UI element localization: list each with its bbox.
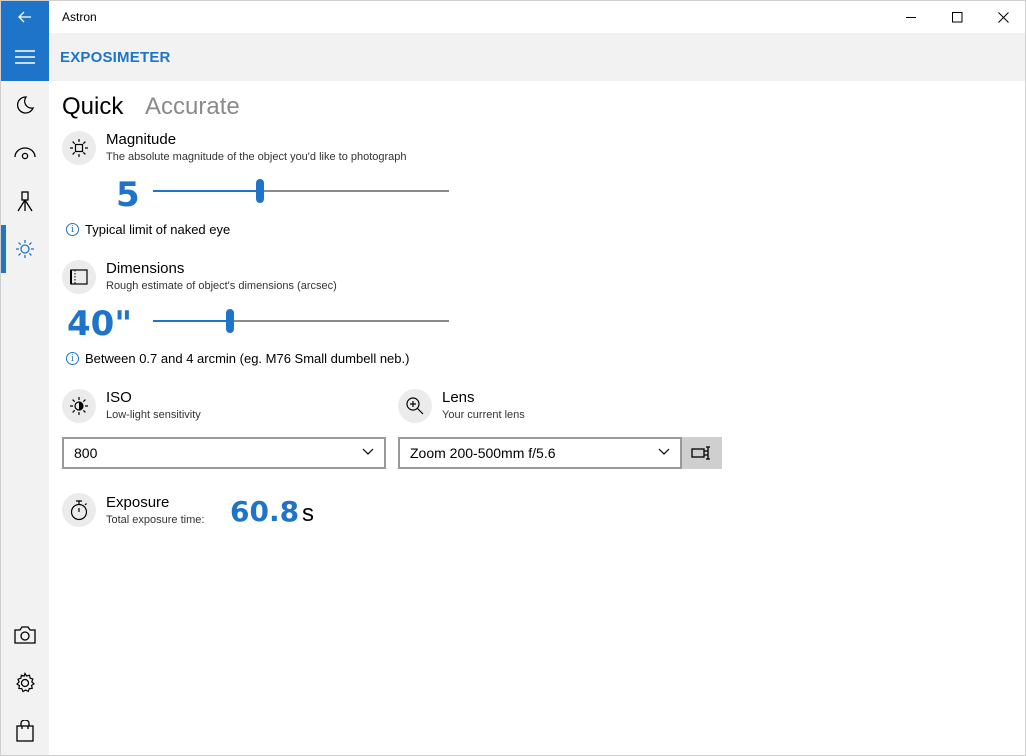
- dimensions-icon-badge: [62, 260, 96, 294]
- magnitude-icon-badge: [62, 131, 96, 165]
- exposure-title: Exposure: [106, 494, 170, 511]
- app-window: Astron EXPOSIMETER Quick Accurate Magnit…: [0, 0, 1026, 756]
- maximize-button[interactable]: [934, 1, 980, 33]
- sidebar: [1, 81, 49, 755]
- page-header: EXPOSIMETER: [49, 33, 1025, 81]
- page-title: EXPOSIMETER: [60, 49, 171, 66]
- back-button[interactable]: [1, 1, 49, 33]
- maximize-icon: [951, 11, 962, 22]
- magnitude-slider-fill: [153, 190, 260, 192]
- magnitude-value: 5: [116, 175, 140, 215]
- exposimeter-content: Quick Accurate Magnitude The absolute ma…: [49, 81, 1025, 755]
- lens-dropdown-value: Zoom 200-500mm f/5.6: [410, 445, 556, 461]
- sidebar-item-exposimeter[interactable]: [1, 225, 49, 273]
- dimensions-slider-thumb[interactable]: [226, 309, 234, 333]
- minimize-button[interactable]: [888, 1, 934, 33]
- close-icon: [997, 11, 1009, 23]
- magnitude-info-text: Typical limit of naked eye: [85, 222, 231, 237]
- tab-accurate[interactable]: Accurate: [145, 93, 240, 121]
- iso-icon-badge: [62, 389, 96, 423]
- stopwatch-icon: [70, 500, 88, 521]
- dimensions-info-text: Between 0.7 and 4 arcmin (eg. M76 Small …: [85, 351, 410, 366]
- lens-subtitle: Your current lens: [442, 409, 525, 421]
- sidebar-item-camera[interactable]: [1, 611, 49, 659]
- tab-quick[interactable]: Quick: [62, 93, 123, 121]
- lens-dropdown[interactable]: Zoom 200-500mm f/5.6: [398, 437, 682, 469]
- close-button[interactable]: [980, 1, 1026, 33]
- exposure-subtitle: Total exposure time:: [106, 514, 205, 526]
- iso-dropdown[interactable]: 800: [62, 437, 386, 469]
- magnitude-info: i Typical limit of naked eye: [66, 222, 230, 237]
- shopping-bag-icon: [16, 720, 34, 742]
- hamburger-icon: [15, 50, 35, 64]
- iso-brightness-icon: [70, 397, 88, 415]
- magnitude-slider[interactable]: [153, 179, 449, 203]
- magnitude-slider-thumb[interactable]: [256, 179, 264, 203]
- lens-icon-badge: [398, 389, 432, 423]
- sidebar-item-moon[interactable]: [1, 81, 49, 129]
- sidebar-item-eye[interactable]: [1, 129, 49, 177]
- sidebar-item-telescope[interactable]: [1, 177, 49, 225]
- info-icon: i: [66, 223, 79, 236]
- gear-icon: [16, 672, 35, 693]
- exposure-unit: s: [302, 500, 314, 527]
- camera-icon: [14, 626, 36, 644]
- dimensions-info: i Between 0.7 and 4 arcmin (eg. M76 Smal…: [66, 351, 409, 366]
- dimensions-title: Dimensions: [106, 260, 185, 277]
- info-icon: i: [66, 352, 79, 365]
- brightness-icon: [70, 139, 88, 157]
- dimensions-slider-fill: [153, 320, 230, 322]
- lens-edit-icon: [691, 446, 710, 460]
- zoom-in-icon: [406, 397, 424, 415]
- telescope-icon: [17, 191, 33, 212]
- chevron-down-icon: [658, 448, 670, 455]
- dimensions-subtitle: Rough estimate of object's dimensions (a…: [106, 280, 337, 292]
- back-arrow-icon: [18, 11, 31, 23]
- title-bar: Astron: [1, 1, 1025, 33]
- app-title: Astron: [62, 10, 97, 24]
- magnitude-subtitle: The absolute magnitude of the object you…: [106, 151, 407, 163]
- sidebar-item-settings[interactable]: [1, 659, 49, 707]
- dimensions-slider[interactable]: [153, 309, 449, 333]
- dimensions-icon: [70, 269, 88, 285]
- lens-title: Lens: [442, 389, 475, 406]
- minimize-icon: [905, 16, 916, 18]
- iso-dropdown-value: 800: [74, 445, 98, 461]
- exposure-icon-badge: [62, 493, 96, 527]
- iso-title: ISO: [106, 389, 132, 406]
- chevron-down-icon: [362, 448, 374, 455]
- dimensions-value: 40": [67, 304, 133, 344]
- menu-button[interactable]: [1, 33, 49, 81]
- exposure-value: 60.8: [230, 495, 300, 528]
- eye-icon: [14, 147, 36, 160]
- brightness-icon: [16, 240, 34, 258]
- magnitude-title: Magnitude: [106, 131, 177, 148]
- iso-subtitle: Low-light sensitivity: [106, 409, 201, 421]
- moon-icon: [17, 96, 35, 114]
- sidebar-item-store[interactable]: [1, 707, 49, 755]
- edit-lens-button[interactable]: [682, 437, 722, 469]
